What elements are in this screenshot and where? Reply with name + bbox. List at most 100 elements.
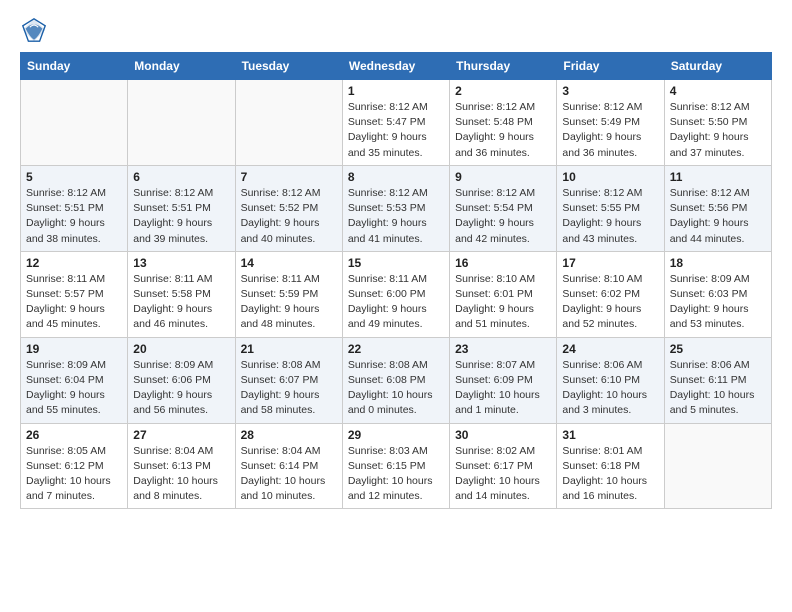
day-cell: 2Sunrise: 8:12 AMSunset: 5:48 PMDaylight… — [450, 80, 557, 166]
day-info: Sunrise: 8:12 AMSunset: 5:50 PMDaylight:… — [670, 100, 766, 161]
header-cell-sunday: Sunday — [21, 53, 128, 80]
logo — [20, 16, 52, 44]
day-number: 11 — [670, 170, 766, 184]
day-cell: 6 Sunrise: 8:12 AMSunset: 5:51 PMDaylight… — [128, 165, 235, 251]
header-cell-wednesday: Wednesday — [342, 53, 449, 80]
day-cell: 16Sunrise: 8:10 AMSunset: 6:01 PMDayligh… — [450, 251, 557, 337]
day-cell: 21 Sunrise: 8:08 AMSunset: 6:07 PMDayligh… — [235, 337, 342, 423]
day-cell: 18Sunrise: 8:09 AMSunset: 6:03 PMDayligh… — [664, 251, 771, 337]
header-cell-tuesday: Tuesday — [235, 53, 342, 80]
week-row-5: 26 Sunrise: 8:05 AMSunset: 6:12 PMDayligh… — [21, 423, 772, 509]
day-info: Sunrise: 8:06 AMSunset: 6:11 PMDaylight:… — [670, 358, 766, 419]
day-number: 29 — [348, 428, 444, 442]
day-cell: 5 Sunrise: 8:12 AMSunset: 5:51 PMDaylight… — [21, 165, 128, 251]
week-row-1: 1Sunrise: 8:12 AMSunset: 5:47 PMDaylight… — [21, 80, 772, 166]
day-number: 25 — [670, 342, 766, 356]
day-number: 31 — [562, 428, 658, 442]
day-info: Sunrise: 8:11 AMSunset: 5:58 PMDaylight:… — [133, 272, 229, 333]
day-info: Sunrise: 8:05 AMSunset: 6:12 PMDaylight:… — [26, 444, 122, 505]
day-number: 9 — [455, 170, 551, 184]
day-number: 16 — [455, 256, 551, 270]
day-info: Sunrise: 8:12 AMSunset: 5:51 PMDaylight:… — [133, 186, 229, 247]
day-number: 2 — [455, 84, 551, 98]
day-cell: 13Sunrise: 8:11 AMSunset: 5:58 PMDayligh… — [128, 251, 235, 337]
day-cell: 29 Sunrise: 8:03 AMSunset: 6:15 PMDayligh… — [342, 423, 449, 509]
day-info: Sunrise: 8:09 AMSunset: 6:04 PMDaylight:… — [26, 358, 122, 419]
day-info: Sunrise: 8:01 AMSunset: 6:18 PMDaylight:… — [562, 444, 658, 505]
day-number: 7 — [241, 170, 337, 184]
day-info: Sunrise: 8:11 AMSunset: 5:57 PMDaylight:… — [26, 272, 122, 333]
header-cell-saturday: Saturday — [664, 53, 771, 80]
day-cell: 15 Sunrise: 8:11 AMSunset: 6:00 PMDayligh… — [342, 251, 449, 337]
day-cell: 22Sunrise: 8:08 AMSunset: 6:08 PMDayligh… — [342, 337, 449, 423]
day-cell: 14 Sunrise: 8:11 AMSunset: 5:59 PMDayligh… — [235, 251, 342, 337]
day-cell: 30 Sunrise: 8:02 AMSunset: 6:17 PMDayligh… — [450, 423, 557, 509]
day-number: 30 — [455, 428, 551, 442]
day-number: 17 — [562, 256, 658, 270]
day-cell — [664, 423, 771, 509]
day-cell: 26 Sunrise: 8:05 AMSunset: 6:12 PMDayligh… — [21, 423, 128, 509]
day-number: 8 — [348, 170, 444, 184]
day-number: 5 — [26, 170, 122, 184]
header-cell-monday: Monday — [128, 53, 235, 80]
day-cell: 8Sunrise: 8:12 AMSunset: 5:53 PMDaylight… — [342, 165, 449, 251]
header — [20, 16, 772, 44]
day-info: Sunrise: 8:11 AMSunset: 6:00 PMDaylight:… — [348, 272, 444, 333]
day-info: Sunrise: 8:06 AMSunset: 6:10 PMDaylight:… — [562, 358, 658, 419]
header-cell-friday: Friday — [557, 53, 664, 80]
day-cell: 28Sunrise: 8:04 AMSunset: 6:14 PMDayligh… — [235, 423, 342, 509]
day-cell: 3Sunrise: 8:12 AMSunset: 5:49 PMDaylight… — [557, 80, 664, 166]
day-info: Sunrise: 8:12 AMSunset: 5:55 PMDaylight:… — [562, 186, 658, 247]
header-cell-thursday: Thursday — [450, 53, 557, 80]
day-cell — [128, 80, 235, 166]
day-number: 6 — [133, 170, 229, 184]
day-info: Sunrise: 8:12 AMSunset: 5:56 PMDaylight:… — [670, 186, 766, 247]
day-info: Sunrise: 8:07 AMSunset: 6:09 PMDaylight:… — [455, 358, 551, 419]
calendar-table: SundayMondayTuesdayWednesdayThursdayFrid… — [20, 52, 772, 509]
week-row-4: 19Sunrise: 8:09 AMSunset: 6:04 PMDayligh… — [21, 337, 772, 423]
page: SundayMondayTuesdayWednesdayThursdayFrid… — [0, 0, 792, 612]
week-row-3: 12 Sunrise: 8:11 AMSunset: 5:57 PMDayligh… — [21, 251, 772, 337]
day-cell: 20 Sunrise: 8:09 AMSunset: 6:06 PMDayligh… — [128, 337, 235, 423]
day-number: 10 — [562, 170, 658, 184]
day-info: Sunrise: 8:04 AMSunset: 6:13 PMDaylight:… — [133, 444, 229, 505]
day-info: Sunrise: 8:12 AMSunset: 5:49 PMDaylight:… — [562, 100, 658, 161]
day-info: Sunrise: 8:08 AMSunset: 6:07 PMDaylight:… — [241, 358, 337, 419]
day-cell: 4 Sunrise: 8:12 AMSunset: 5:50 PMDaylight… — [664, 80, 771, 166]
day-number: 15 — [348, 256, 444, 270]
day-cell: 23 Sunrise: 8:07 AMSunset: 6:09 PMDayligh… — [450, 337, 557, 423]
day-number: 14 — [241, 256, 337, 270]
day-number: 27 — [133, 428, 229, 442]
day-cell: 7 Sunrise: 8:12 AMSunset: 5:52 PMDaylight… — [235, 165, 342, 251]
day-number: 24 — [562, 342, 658, 356]
day-info: Sunrise: 8:02 AMSunset: 6:17 PMDaylight:… — [455, 444, 551, 505]
header-row: SundayMondayTuesdayWednesdayThursdayFrid… — [21, 53, 772, 80]
logo-icon — [20, 16, 48, 44]
day-cell: 11 Sunrise: 8:12 AMSunset: 5:56 PMDayligh… — [664, 165, 771, 251]
day-number: 21 — [241, 342, 337, 356]
day-cell — [21, 80, 128, 166]
day-number: 4 — [670, 84, 766, 98]
day-info: Sunrise: 8:11 AMSunset: 5:59 PMDaylight:… — [241, 272, 337, 333]
day-cell: 9 Sunrise: 8:12 AMSunset: 5:54 PMDaylight… — [450, 165, 557, 251]
day-info: Sunrise: 8:12 AMSunset: 5:51 PMDaylight:… — [26, 186, 122, 247]
day-number: 26 — [26, 428, 122, 442]
day-cell: 1Sunrise: 8:12 AMSunset: 5:47 PMDaylight… — [342, 80, 449, 166]
day-cell: 12 Sunrise: 8:11 AMSunset: 5:57 PMDayligh… — [21, 251, 128, 337]
day-number: 12 — [26, 256, 122, 270]
day-cell: 19Sunrise: 8:09 AMSunset: 6:04 PMDayligh… — [21, 337, 128, 423]
day-number: 18 — [670, 256, 766, 270]
day-cell — [235, 80, 342, 166]
day-info: Sunrise: 8:03 AMSunset: 6:15 PMDaylight:… — [348, 444, 444, 505]
day-number: 22 — [348, 342, 444, 356]
day-info: Sunrise: 8:12 AMSunset: 5:54 PMDaylight:… — [455, 186, 551, 247]
day-number: 1 — [348, 84, 444, 98]
day-info: Sunrise: 8:10 AMSunset: 6:02 PMDaylight:… — [562, 272, 658, 333]
day-cell: 10 Sunrise: 8:12 AMSunset: 5:55 PMDayligh… — [557, 165, 664, 251]
day-cell: 31 Sunrise: 8:01 AMSunset: 6:18 PMDayligh… — [557, 423, 664, 509]
day-info: Sunrise: 8:09 AMSunset: 6:06 PMDaylight:… — [133, 358, 229, 419]
day-info: Sunrise: 8:12 AMSunset: 5:52 PMDaylight:… — [241, 186, 337, 247]
day-number: 20 — [133, 342, 229, 356]
day-number: 23 — [455, 342, 551, 356]
day-number: 28 — [241, 428, 337, 442]
